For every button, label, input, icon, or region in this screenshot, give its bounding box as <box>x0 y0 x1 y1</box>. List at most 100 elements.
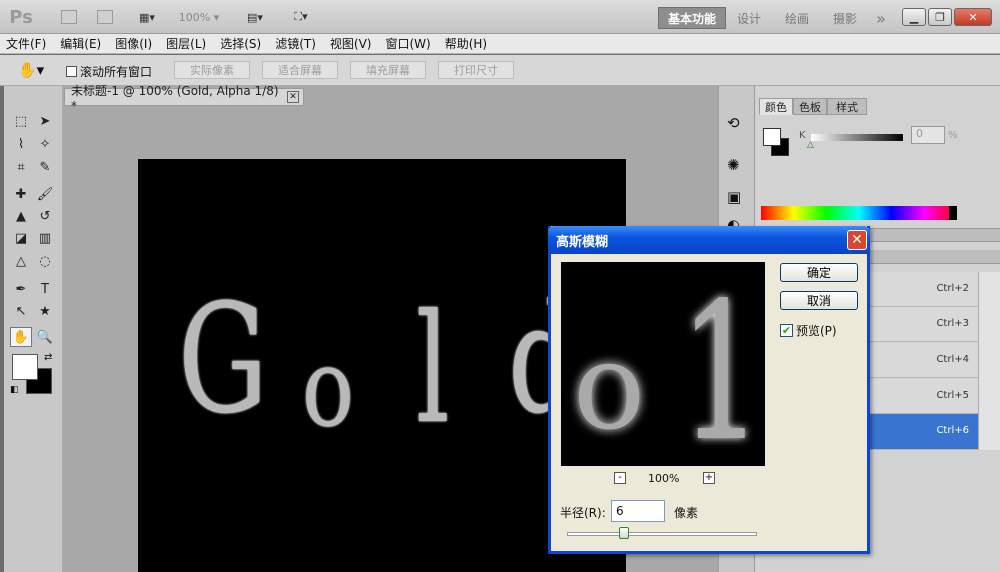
bridge-icon[interactable] <box>58 6 80 28</box>
menu-bar: 文件(F) 编辑(E) 图像(I) 图层(L) 选择(S) 滤镜(T) 视图(V… <box>0 34 1000 54</box>
k-slider-thumb[interactable]: △ <box>807 140 814 150</box>
workspace-design-button[interactable]: 设计 <box>730 7 768 29</box>
actual-pixels-button[interactable]: 实际像素 <box>174 61 250 79</box>
zoom-level-menu[interactable]: 100% ▾ <box>174 6 224 28</box>
workspace-photography-button[interactable]: 摄影 <box>826 7 864 29</box>
photoshop-logo: Ps <box>9 6 33 28</box>
healing-brush-tool-icon[interactable]: ✚ <box>10 184 32 204</box>
menu-select[interactable]: 选择(S) <box>220 35 261 52</box>
quick-selection-tool-icon[interactable]: ✧ <box>34 134 56 154</box>
channels-scrollbar[interactable] <box>978 272 1000 450</box>
minimize-button[interactable]: ▁ <box>902 8 926 26</box>
minimize-icon: ▁ <box>909 10 919 24</box>
tab-swatches[interactable]: 色板 <box>793 98 827 115</box>
type-tool-icon[interactable]: T <box>34 279 56 299</box>
radius-slider-thumb[interactable] <box>619 527 629 539</box>
blur-tool-icon[interactable]: △ <box>10 251 32 271</box>
hand-tool-icon[interactable]: ✋ <box>10 327 32 347</box>
shape-tool-icon[interactable]: ★ <box>34 301 56 321</box>
swap-colors-icon[interactable]: ⇄ <box>44 352 52 363</box>
radius-slider-track[interactable] <box>567 532 757 536</box>
menu-window[interactable]: 窗口(W) <box>385 35 430 52</box>
navigator-panel-icon[interactable]: ✺ <box>727 156 740 174</box>
channel-shortcut: Ctrl+5 <box>936 390 969 401</box>
fill-screen-button[interactable]: 填充屏幕 <box>350 61 426 79</box>
menu-file[interactable]: 文件(F) <box>6 35 46 52</box>
menu-layer[interactable]: 图层(L) <box>166 35 206 52</box>
print-size-button[interactable]: 打印尺寸 <box>438 61 514 79</box>
menu-image[interactable]: 图像(I) <box>115 35 152 52</box>
foreground-color-swatch-front[interactable] <box>12 354 38 380</box>
gradient-tool-icon[interactable]: ▥ <box>34 228 56 248</box>
color-panel-foreground-swatch-front[interactable] <box>763 128 781 146</box>
k-value-field[interactable]: 0 <box>911 126 945 144</box>
scroll-all-windows-checkbox[interactable] <box>66 66 77 77</box>
arrange-documents-icon[interactable]: ▤▾ <box>238 6 272 28</box>
crop-tool-icon[interactable]: ⌗ <box>10 157 32 177</box>
move-tool-icon[interactable]: ➤ <box>34 111 56 131</box>
scroll-all-windows-option[interactable]: 滚动所有窗口 <box>66 63 152 80</box>
k-unit: % <box>948 130 958 141</box>
channel-shortcut: Ctrl+3 <box>936 318 969 329</box>
zoom-tool-icon[interactable]: 🔍 <box>34 327 56 347</box>
document-tab[interactable]: 未标题-1 @ 100% (Gold, Alpha 1/8) * ✕ <box>64 84 304 113</box>
dialog-title-bar[interactable]: 高斯模糊 ✕ <box>548 226 870 254</box>
image-panel-icon[interactable]: ▣ <box>727 188 741 206</box>
screen-mode-icon[interactable]: ⛶▾ <box>284 6 318 28</box>
dodge-tool-icon[interactable]: ◌ <box>34 251 56 271</box>
canvas-letter: l <box>416 283 450 457</box>
preview-label: 预览(P) <box>796 324 837 338</box>
marquee-tool-icon[interactable]: ⬚ <box>10 111 32 131</box>
close-button[interactable]: ✕ <box>954 8 992 26</box>
ok-button[interactable]: 确定 <box>780 263 858 282</box>
close-icon: ✕ <box>851 232 863 248</box>
tab-color[interactable]: 颜色 <box>759 98 793 115</box>
preview-checkbox[interactable]: ✔ <box>780 324 793 337</box>
clone-stamp-tool-icon[interactable]: ▲ <box>10 206 32 226</box>
k-slider-track[interactable] <box>811 134 903 141</box>
history-brush-tool-icon[interactable]: ↺ <box>34 206 56 226</box>
restore-button[interactable]: ❐ <box>928 8 952 26</box>
channel-label: K <box>799 130 806 141</box>
eyedropper-tool-icon[interactable]: ✎ <box>34 157 56 177</box>
history-panel-icon[interactable]: ⟲ <box>727 114 740 132</box>
color-spectrum-ramp[interactable] <box>761 206 957 220</box>
preview-zoom-level: 100% <box>648 472 680 485</box>
preview-letter: 1 <box>679 262 764 467</box>
mini-bridge-icon[interactable] <box>94 6 116 28</box>
menu-edit[interactable]: 编辑(E) <box>60 35 101 52</box>
path-selection-tool-icon[interactable]: ↖ <box>10 301 32 321</box>
lasso-tool-icon[interactable]: ⌇ <box>10 134 32 154</box>
spectrum-black-swatch[interactable] <box>949 206 957 220</box>
gaussian-blur-dialog: 高斯模糊 ✕ o 1 确定 取消 ✔ 预览(P) - 100% + 半径(R):… <box>548 226 870 554</box>
menu-help[interactable]: 帮助(H) <box>445 35 487 52</box>
blur-preview-image[interactable]: o 1 <box>561 262 765 466</box>
workspace-painting-button[interactable]: 绘画 <box>778 7 816 29</box>
dialog-close-button[interactable]: ✕ <box>847 230 867 250</box>
pen-tool-icon[interactable]: ✒ <box>10 279 32 299</box>
preview-option[interactable]: ✔ 预览(P) <box>780 322 837 339</box>
application-title-bar: Ps ▦▾ 100% ▾ ▤▾ ⛶▾ 基本功能 设计 绘画 摄影 » ▁ ❐ ✕ <box>0 0 1000 34</box>
menu-filter[interactable]: 滤镜(T) <box>275 35 316 52</box>
channel-shortcut: Ctrl+2 <box>936 283 969 294</box>
canvas-letter: G <box>178 273 268 447</box>
zoom-out-button[interactable]: - <box>614 472 626 484</box>
radius-unit: 像素 <box>674 506 699 520</box>
cancel-button[interactable]: 取消 <box>780 291 858 310</box>
eraser-tool-icon[interactable]: ◪ <box>10 228 32 248</box>
tab-styles[interactable]: 样式 <box>827 98 867 115</box>
channel-shortcut: Ctrl+4 <box>936 354 969 365</box>
workspace-essentials-button[interactable]: 基本功能 <box>658 7 726 29</box>
zoom-in-button[interactable]: + <box>703 472 715 484</box>
view-extras-icon[interactable]: ▦▾ <box>130 6 164 28</box>
hand-tool-preset-icon[interactable]: ✋▾ <box>18 61 44 79</box>
restore-icon: ❐ <box>935 10 945 24</box>
close-document-icon[interactable]: ✕ <box>287 91 299 103</box>
brush-tool-icon[interactable]: 🖌 <box>34 184 56 204</box>
radius-input[interactable]: 6 <box>611 500 665 522</box>
more-workspaces-icon[interactable]: » <box>870 7 892 29</box>
default-colors-icon[interactable]: ◧ <box>10 385 19 395</box>
radius-label: 半径(R): <box>560 506 606 520</box>
menu-view[interactable]: 视图(V) <box>330 35 372 52</box>
fit-screen-button[interactable]: 适合屏幕 <box>262 61 338 79</box>
